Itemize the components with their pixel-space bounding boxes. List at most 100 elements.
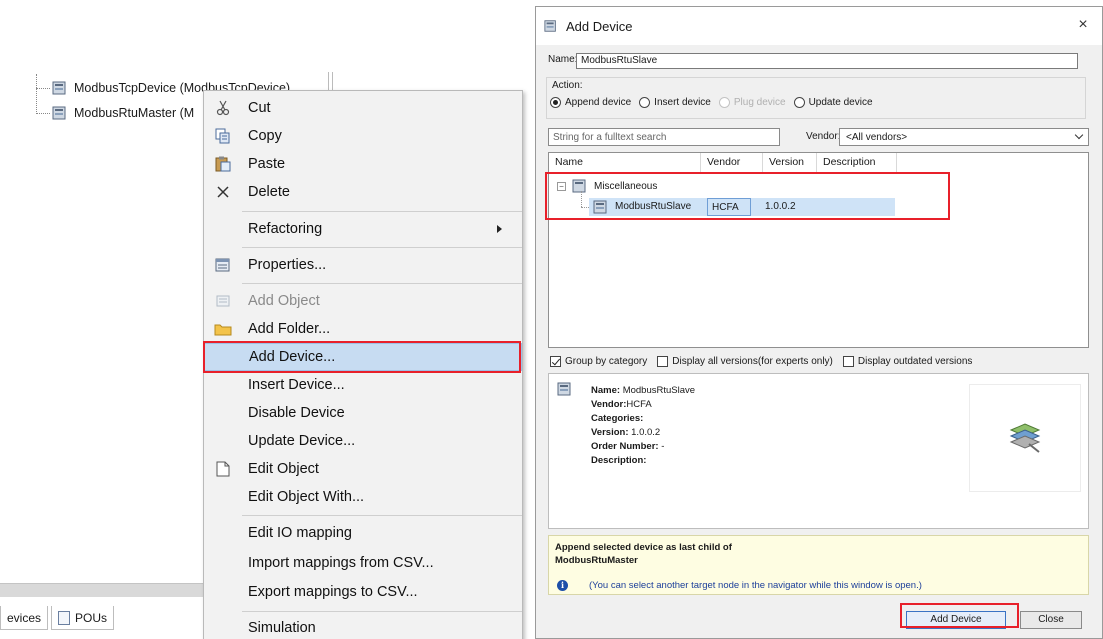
radio-update-device[interactable]: Update device	[793, 97, 873, 108]
device-row-modbusrtuslave[interactable]: ModbusRtuSlave HCFA 1.0.0.2	[589, 198, 895, 216]
device-image	[969, 384, 1081, 492]
checkbox-box	[550, 356, 561, 367]
menu-item-cut[interactable]: Cut	[204, 94, 522, 122]
column-header-name[interactable]: Name	[549, 153, 701, 173]
device-icon	[52, 106, 68, 120]
category-label: Miscellaneous	[594, 180, 658, 192]
info-key: Categories:	[591, 413, 644, 424]
radio-dot	[550, 97, 561, 108]
dialog-title: Add Device	[566, 19, 633, 34]
action-radio-row: Append device Insert device Plug device …	[550, 97, 881, 108]
info-key: Description:	[591, 455, 647, 466]
radio-label: Update device	[808, 97, 873, 108]
menu-item-copy[interactable]: Copy	[204, 122, 522, 150]
bottom-tab-bar: evices POUs	[0, 606, 206, 639]
menu-separator	[242, 247, 522, 248]
menu-item-simulation[interactable]: Simulation	[204, 614, 522, 639]
scrollbar-strip[interactable]	[0, 583, 206, 597]
device-list[interactable]: Name Vendor Version Description − Miscel…	[548, 152, 1089, 348]
checkbox-group-by-category[interactable]: Group by category	[550, 356, 647, 367]
add-device-button[interactable]: Add Device	[906, 611, 1006, 629]
column-header-version[interactable]: Version	[763, 153, 817, 173]
tree-connector-line	[581, 191, 582, 207]
add-object-icon	[212, 290, 234, 312]
vendor-select[interactable]: <All vendors>	[839, 128, 1089, 146]
info-key: Order Number:	[591, 441, 659, 452]
menu-item-label: Edit Object	[248, 461, 319, 477]
menu-item-label: Paste	[248, 156, 286, 172]
menu-item-refactoring[interactable]: Refactoring	[204, 215, 522, 243]
category-node[interactable]: − Miscellaneous	[557, 179, 657, 193]
menu-item-edit-object-with[interactable]: Edit Object With...	[204, 483, 522, 511]
info-key: Vendor:	[591, 399, 627, 410]
info-value: -	[661, 441, 665, 452]
chevron-down-icon	[1074, 130, 1084, 140]
name-field[interactable]: ModbusRtuSlave	[576, 53, 1078, 69]
info-value: HCFA	[626, 399, 652, 410]
checkbox-display-outdated[interactable]: Display outdated versions	[842, 356, 973, 367]
menu-separator	[242, 515, 522, 516]
menu-item-label: Add Device...	[249, 349, 336, 365]
menu-item-label: Refactoring	[248, 221, 323, 237]
menu-separator	[242, 211, 522, 212]
device-icon	[593, 200, 609, 214]
menu-item-edit-io-mapping[interactable]: Edit IO mapping	[204, 519, 522, 547]
info-value: ModbusRtuSlave	[622, 385, 696, 396]
menu-item-add-device[interactable]: Add Device...	[204, 343, 522, 371]
info-key: Name:	[591, 385, 621, 396]
pou-page-icon	[58, 610, 71, 625]
close-icon[interactable]: ×	[1074, 16, 1092, 34]
action-label: Action:	[552, 80, 583, 91]
tree-item-modbusrtumaster[interactable]: ModbusRtuMaster (M	[36, 103, 194, 123]
menu-item-label: Disable Device	[248, 405, 345, 421]
search-input[interactable]: String for a fulltext search	[548, 128, 780, 146]
dialog-titlebar[interactable]: Add Device ×	[536, 7, 1102, 45]
hint-panel: Append selected device as last child of …	[548, 535, 1089, 595]
radio-dot	[639, 97, 651, 108]
tree-item-label: ModbusRtuMaster (M	[74, 106, 195, 120]
menu-item-paste[interactable]: Paste	[204, 150, 522, 178]
checkbox-display-all-versions[interactable]: Display all versions(for experts only)	[657, 356, 833, 367]
radio-label: Plug device	[733, 97, 786, 108]
checkbox-label: Display outdated versions	[857, 356, 973, 367]
menu-item-label: Insert Device...	[248, 377, 345, 393]
copy-icon	[212, 125, 234, 147]
menu-separator	[242, 283, 522, 284]
menu-item-disable-device[interactable]: Disable Device	[204, 399, 522, 427]
menu-item-label: Update Device...	[248, 433, 356, 449]
column-header-description[interactable]: Description	[817, 153, 897, 173]
hint-text: Append selected device as last child of	[555, 542, 732, 553]
device-name: ModbusRtuSlave	[615, 201, 692, 212]
menu-item-import-mappings[interactable]: Import mappings from CSV...	[204, 549, 522, 577]
checkbox-box	[842, 356, 854, 367]
menu-item-insert-device[interactable]: Insert Device...	[204, 371, 522, 399]
tab-pous[interactable]: POUs	[51, 606, 115, 630]
menu-item-properties[interactable]: Properties...	[204, 251, 522, 279]
device-version: 1.0.0.2	[765, 201, 796, 212]
menu-item-add-object[interactable]: Add Object	[204, 287, 522, 315]
menu-item-update-device[interactable]: Update Device...	[204, 427, 522, 455]
menu-item-label: Simulation	[248, 620, 316, 636]
radio-plug-device[interactable]: Plug device	[718, 97, 786, 108]
radio-label: Append device	[565, 97, 632, 108]
radio-append-device[interactable]: Append device	[550, 97, 631, 108]
collapse-icon[interactable]: −	[557, 181, 566, 191]
menu-separator	[242, 611, 522, 612]
folder-device-icon	[572, 179, 588, 193]
info-key: Version:	[591, 427, 629, 438]
device-info-panel: Name: ModbusRtuSlave Vendor:HCFA Categor…	[548, 373, 1089, 529]
column-header-vendor[interactable]: Vendor	[701, 153, 763, 173]
edit-object-icon	[212, 458, 234, 480]
close-button[interactable]: Close	[1020, 611, 1082, 629]
menu-item-export-mappings[interactable]: Export mappings to CSV...	[204, 578, 522, 606]
submenu-arrow-icon	[497, 225, 502, 233]
tab-devices[interactable]: evices	[0, 606, 49, 630]
menu-item-edit-object[interactable]: Edit Object	[204, 455, 522, 483]
scissors-icon	[212, 97, 234, 119]
radio-insert-device[interactable]: Insert device	[639, 97, 711, 108]
paste-icon	[212, 153, 234, 175]
hint-note: (You can select another target node in t…	[589, 580, 922, 591]
menu-item-delete[interactable]: Delete	[204, 178, 522, 206]
name-label: Name:	[548, 54, 578, 65]
menu-item-add-folder[interactable]: Add Folder...	[204, 315, 522, 343]
